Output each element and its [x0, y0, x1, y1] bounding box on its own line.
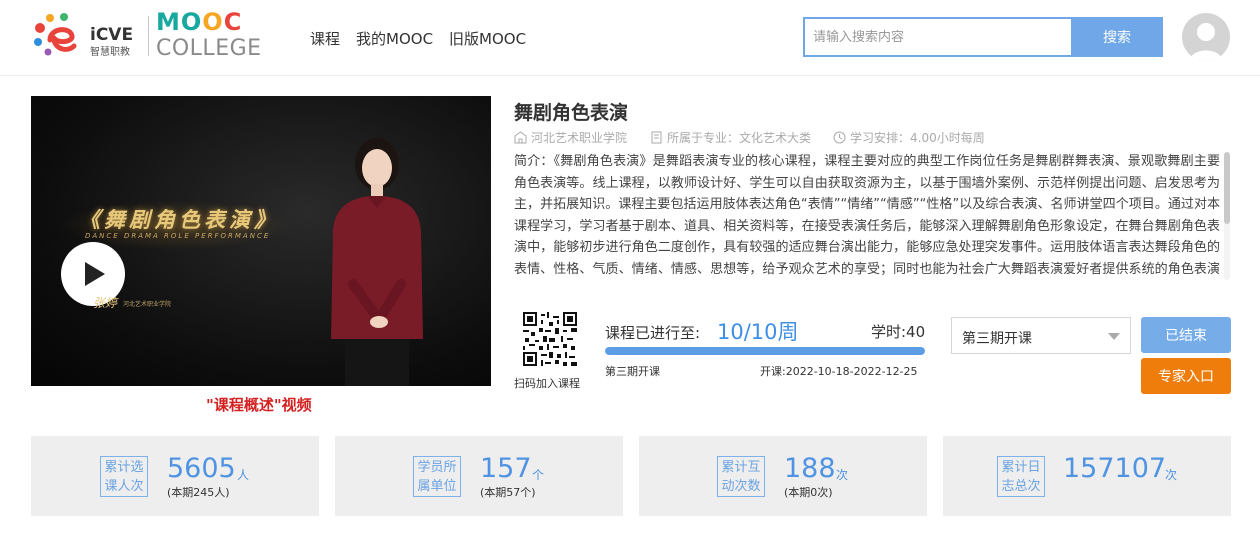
stat-label: 学员所 属单位 [413, 456, 461, 497]
logo-divider [148, 16, 149, 56]
school-meta: 河北艺术职业学院 [514, 129, 627, 146]
progress-value: 10/10周 [717, 320, 799, 344]
icve-logo[interactable]: iCVE 智慧职教 [30, 10, 145, 62]
school-icon [514, 131, 527, 144]
major-text: 所属于专业：文化艺术大类 [667, 131, 812, 145]
chevron-down-icon [1108, 333, 1120, 340]
presenter-name: 张婷 [93, 296, 118, 310]
search-box [803, 17, 1073, 57]
search-button[interactable]: 搜索 [1071, 17, 1163, 57]
search-input[interactable] [805, 19, 1073, 55]
svg-text:iCVE: iCVE [90, 25, 133, 45]
schedule-meta: 学习安排：4.00小时每周 [833, 129, 985, 146]
progress-bar-fill [605, 347, 925, 355]
stat-card-logs: 累计日 志总次 157107 次 [943, 436, 1231, 516]
stat-card-interactions: 累计互 动次数 188 次 (本期0次) [639, 436, 927, 516]
video-title-art: 《舞剧角色表演》 [79, 207, 279, 232]
course-hours: 学时:40 [871, 323, 926, 341]
intro-scrollbar[interactable] [1224, 152, 1230, 280]
term-dates: 开课:2022-10-18-2022-12-25 [760, 365, 918, 378]
main-nav: 课程 我的MOOC 旧版MOOC [310, 28, 526, 49]
ended-button[interactable]: 已结束 [1141, 317, 1231, 353]
stat-card-units: 学员所 属单位 157 个 (本期57个) [335, 436, 623, 516]
course-intro: 简介：《舞剧角色表演》是舞蹈表演专业的核心课程，课程主要对应的典型工作岗位任务是… [514, 154, 1220, 277]
stat-label: 累计互 动次数 [717, 456, 765, 497]
nav-courses[interactable]: 课程 [310, 28, 340, 49]
schedule-text: 学习安排：4.00小时每周 [850, 131, 985, 145]
stat-value: 5605 [167, 453, 236, 484]
video-subtitle-art: DANCE DRAMA ROLE PERFORMANCE [85, 232, 271, 240]
term-select-value: 第三期开课 [962, 331, 1032, 347]
stat-value: 157107 [1063, 453, 1167, 484]
progress-label: 课程已进行至: [605, 324, 701, 342]
stat-value: 188 [784, 453, 836, 484]
stat-sub: (本期57个) [480, 486, 536, 499]
intro-scrollbar-thumb[interactable] [1224, 152, 1230, 224]
presenter-school: 河北艺术职业学院 [123, 301, 172, 308]
stat-sub: (本期245人) [167, 486, 230, 499]
qr-code [523, 312, 577, 366]
term-select[interactable]: 第三期开课 [951, 317, 1131, 354]
svg-text:智慧职教: 智慧职教 [90, 45, 130, 58]
presenter-figure [331, 138, 423, 386]
stat-label: 累计选 课人次 [100, 456, 148, 497]
college-wordmark: COLLEGE [156, 36, 262, 61]
expert-entry-button[interactable]: 专家入口 [1141, 358, 1231, 394]
progress-bar [605, 347, 925, 355]
term-label: 第三期开课 [605, 365, 660, 378]
user-silhouette-icon [1190, 23, 1222, 61]
clock-icon [833, 131, 846, 144]
stat-value: 157 [480, 453, 532, 484]
nav-old-mooc[interactable]: 旧版MOOC [449, 28, 526, 49]
user-avatar[interactable] [1182, 13, 1230, 61]
top-header: iCVE 智慧职教 MOOC COLLEGE 课程 我的MOOC 旧版MOOC … [0, 0, 1260, 76]
qr-label: 扫码加入课程 [514, 377, 580, 390]
stat-sub: (本期0次) [784, 486, 833, 499]
stat-unit: 个 [532, 468, 545, 482]
school-name[interactable]: 河北艺术职业学院 [531, 129, 627, 146]
mooc-wordmark: MOOC [156, 8, 243, 36]
stat-card-enrollments: 累计选 课人次 5605 人 (本期245人) [31, 436, 319, 516]
stat-label: 累计日 志总次 [997, 456, 1045, 497]
video-caption: "课程概述"视频 [206, 396, 312, 414]
major-meta: 所属于专业：文化艺术大类 [650, 129, 811, 146]
stat-unit: 人 [237, 468, 250, 482]
mooc-college-logo[interactable]: MOOC COLLEGE [156, 8, 286, 64]
course-title: 舞剧角色表演 [514, 102, 629, 124]
stat-unit: 次 [836, 468, 849, 482]
play-icon [85, 262, 105, 286]
stat-unit: 次 [1165, 468, 1178, 482]
course-video-player[interactable]: 《舞剧角色表演》 DANCE DRAMA ROLE PERFORMANCE 张婷… [31, 96, 491, 386]
book-icon [651, 131, 662, 144]
nav-my-mooc[interactable]: 我的MOOC [356, 28, 433, 49]
